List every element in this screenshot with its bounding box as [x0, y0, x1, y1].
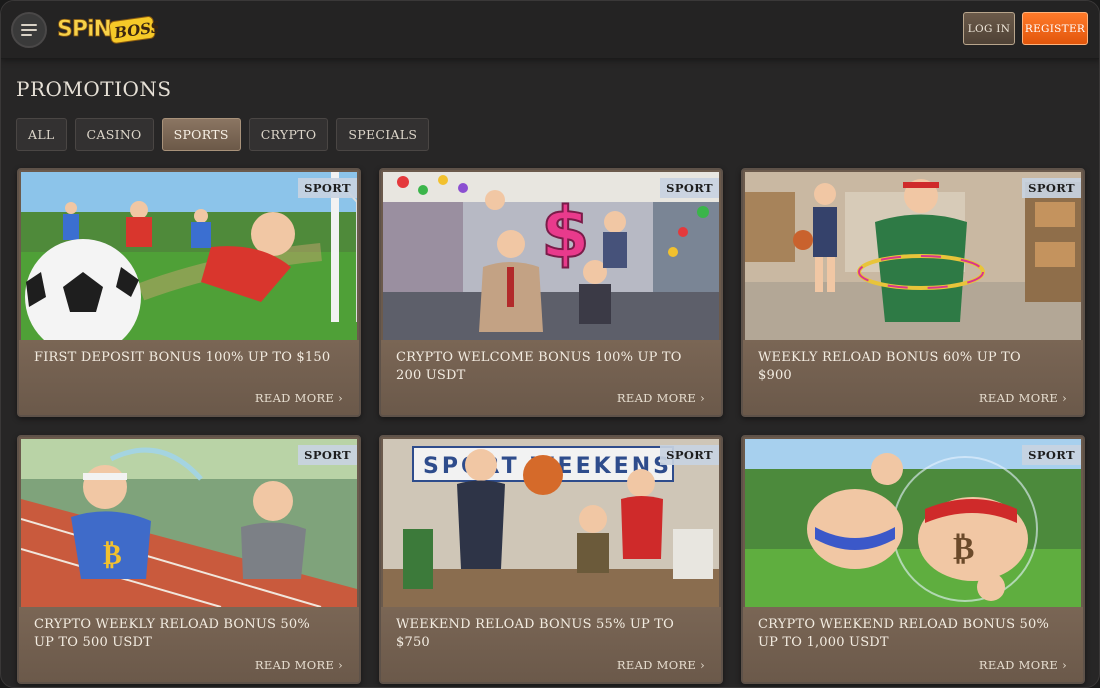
logo-graphic: SPiN BOSS: [57, 16, 163, 44]
read-more-link[interactable]: READ MORE ›: [979, 391, 1067, 405]
hamburger-icon: [21, 24, 37, 36]
register-button[interactable]: REGISTER: [1022, 12, 1088, 45]
app-window: SPiN BOSS LOG IN REGISTER PROMOTIONS ALL…: [0, 0, 1100, 688]
spinboss-logo[interactable]: SPiN BOSS: [56, 11, 163, 47]
menu-button[interactable]: [11, 12, 47, 48]
sport-badge: SPORT: [660, 178, 719, 198]
tab-crypto[interactable]: CRYPTO: [248, 118, 329, 151]
svg-text:₿: ₿: [953, 529, 974, 567]
promo-card-weekly-reload[interactable]: SPORT WEEKLY RELOAD BONUS 60% UP TO $900…: [741, 168, 1085, 417]
promo-title: WEEKEND RELOAD BONUS 55% UP TO $750: [396, 617, 674, 650]
read-more-label: READ MORE: [254, 658, 335, 672]
login-button[interactable]: LOG IN: [963, 12, 1015, 45]
card-body: WEEKEND RELOAD BONUS 55% UP TO $750 READ…: [381, 607, 721, 682]
read-more-label: READ MORE: [978, 391, 1059, 405]
svg-text:₿: ₿: [103, 538, 122, 571]
svg-text:$: $: [541, 192, 590, 274]
read-more-link[interactable]: READ MORE ›: [255, 391, 343, 405]
promo-title: CRYPTO WEEKLY RELOAD BONUS 50% UP TO 500…: [34, 617, 310, 650]
tab-sports[interactable]: SPORTS: [161, 118, 241, 151]
sport-badge: SPORT: [660, 445, 719, 465]
card-body: CRYPTO WEEKLY RELOAD BONUS 50% UP TO 500…: [19, 607, 359, 682]
tab-all[interactable]: ALL: [16, 118, 67, 151]
sport-badge: SPORT: [1022, 445, 1081, 465]
sport-badge: SPORT: [298, 445, 357, 465]
promo-title: CRYPTO WELCOME BONUS 100% UP TO 200 USDT: [396, 350, 682, 383]
read-more-link[interactable]: READ MORE ›: [255, 658, 343, 672]
card-body: FIRST DEPOSIT BONUS 100% UP TO $150 READ…: [19, 340, 359, 415]
card-body: CRYPTO WEEKEND RELOAD BONUS 50% UP TO 1,…: [743, 607, 1083, 682]
chevron-right-icon: ›: [700, 391, 705, 405]
chevron-right-icon: ›: [338, 658, 343, 672]
top-header: SPiN BOSS LOG IN REGISTER: [1, 1, 1099, 59]
promo-card-first-deposit[interactable]: SPORT FIRST DEPOSIT BONUS 100% UP TO $15…: [17, 168, 361, 417]
chevron-right-icon: ›: [1062, 391, 1067, 405]
promo-card-crypto-weekend-reload[interactable]: ₿ SPORT CRYPTO WEEKEND RELOAD BONUS 50% …: [741, 435, 1085, 684]
page-title: PROMOTIONS: [16, 77, 172, 101]
svg-text:SPiN: SPiN: [57, 17, 111, 42]
promo-card-weekend-reload[interactable]: SPORT WEEKENS SPORT WEEKEND RELOAD BONUS…: [379, 435, 723, 684]
promo-card-crypto-weekly-reload[interactable]: ₿ SPORT CRYPTO WEEKLY RELOAD BONUS 50% U…: [17, 435, 361, 684]
promo-card-crypto-welcome[interactable]: $ SPORT CRYPTO WELCOME BONUS 100% UP TO …: [379, 168, 723, 417]
sport-badge: SPORT: [298, 178, 357, 198]
read-more-label: READ MORE: [978, 658, 1059, 672]
promo-title: CRYPTO WEEKEND RELOAD BONUS 50% UP TO 1,…: [758, 617, 1050, 650]
sport-badge: SPORT: [1022, 178, 1081, 198]
read-more-label: READ MORE: [254, 391, 335, 405]
read-more-link[interactable]: READ MORE ›: [617, 391, 705, 405]
card-body: WEEKLY RELOAD BONUS 60% UP TO $900 READ …: [743, 340, 1083, 415]
card-body: CRYPTO WELCOME BONUS 100% UP TO 200 USDT…: [381, 340, 721, 415]
promo-title: FIRST DEPOSIT BONUS 100% UP TO $150: [34, 350, 331, 365]
chevron-right-icon: ›: [700, 658, 705, 672]
chevron-right-icon: ›: [1062, 658, 1067, 672]
promo-filter-tabs: ALL CASINO SPORTS CRYPTO SPECIALS: [16, 118, 430, 151]
read-more-link[interactable]: READ MORE ›: [617, 658, 705, 672]
read-more-label: READ MORE: [616, 391, 697, 405]
chevron-right-icon: ›: [338, 391, 343, 405]
tab-specials[interactable]: SPECIALS: [336, 118, 430, 151]
tab-casino[interactable]: CASINO: [74, 118, 154, 151]
promo-title: WEEKLY RELOAD BONUS 60% UP TO $900: [758, 350, 1021, 383]
read-more-label: READ MORE: [616, 658, 697, 672]
read-more-link[interactable]: READ MORE ›: [979, 658, 1067, 672]
